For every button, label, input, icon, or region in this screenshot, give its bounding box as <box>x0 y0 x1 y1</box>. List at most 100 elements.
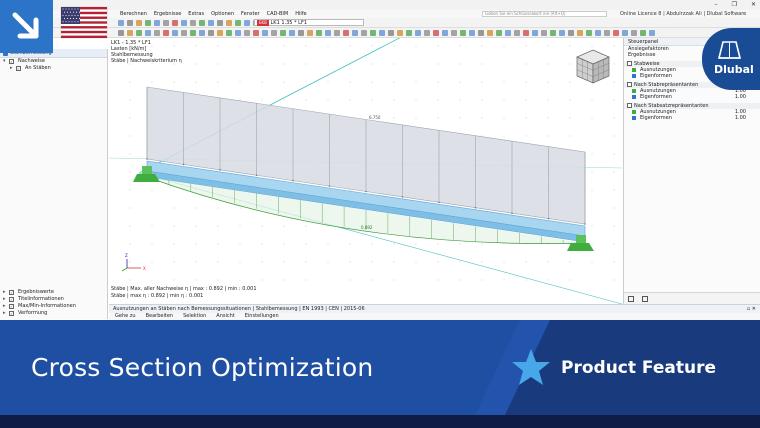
checkbox-checked-icon[interactable]: ✓ <box>9 297 14 302</box>
toolbar-button-icon[interactable] <box>433 30 439 36</box>
toolbar-button-icon[interactable] <box>577 30 583 36</box>
minimize-button[interactable]: – <box>715 0 718 10</box>
toolbar-button-icon[interactable] <box>271 30 277 36</box>
toolbar-button-icon[interactable] <box>154 30 160 36</box>
toolbar-button-icon[interactable] <box>280 30 286 36</box>
toolbar-button-icon[interactable] <box>460 30 466 36</box>
toolbar-button-icon[interactable] <box>514 30 520 36</box>
toolbar-button-icon[interactable] <box>613 30 619 36</box>
checkbox-checked-icon[interactable]: ✓ <box>9 290 14 295</box>
toolbar-button-icon[interactable] <box>568 30 574 36</box>
toolbar-button-icon[interactable] <box>226 30 232 36</box>
menu-optionen[interactable]: Optionen <box>211 10 234 18</box>
display-item-verformung[interactable]: ▸ ✓ Verformung <box>0 310 108 317</box>
toolbar-button-icon[interactable] <box>550 30 556 36</box>
toolbar-button-icon[interactable] <box>199 20 205 26</box>
toolbar-button-icon[interactable] <box>181 20 187 26</box>
toolbar-button-icon[interactable] <box>217 20 223 26</box>
table-menu-settings[interactable]: Einstellungen <box>245 313 279 320</box>
toolbar-button-icon[interactable] <box>388 30 394 36</box>
toolbar-button-icon[interactable] <box>163 20 169 26</box>
checkbox-checked-icon[interactable]: ✓ <box>9 311 14 316</box>
toolbar-button-icon[interactable] <box>127 20 133 26</box>
checkbox-checked-icon[interactable]: ✓ <box>9 304 14 309</box>
toolbar-button-icon[interactable] <box>379 30 385 36</box>
menu-cad-bim[interactable]: CAD-BIM <box>267 10 289 18</box>
panel-row[interactable]: Eigenformen 1.00 <box>624 94 760 100</box>
expand-icon[interactable]: ▸ <box>3 310 6 317</box>
table-menu-view[interactable]: Ansicht <box>216 313 234 320</box>
collapse-icon[interactable]: ▾ <box>3 58 6 65</box>
toolbar-button-icon[interactable] <box>325 30 331 36</box>
table-window-controls[interactable]: ▫ ✕ <box>747 305 756 313</box>
toolbar-button-icon[interactable] <box>253 30 259 36</box>
toolbar-button-icon[interactable] <box>595 30 601 36</box>
toolbar-button-icon[interactable] <box>496 30 502 36</box>
toolbar-button-icon[interactable] <box>586 30 592 36</box>
search-input[interactable]: Geben Sie ein Schlüsselwort ein (Alt+Q) <box>482 11 607 17</box>
toolbar-button-icon[interactable] <box>649 30 655 36</box>
toolbar-button-icon[interactable] <box>289 30 295 36</box>
menu-fenster[interactable]: Fenster <box>241 10 260 18</box>
toolbar-button-icon[interactable] <box>334 30 340 36</box>
toolbar-button-icon[interactable] <box>622 30 628 36</box>
toolbar-button-icon[interactable] <box>352 30 358 36</box>
menu-hilfe[interactable]: Hilfe <box>295 10 306 18</box>
toolbar-button-icon[interactable] <box>163 30 169 36</box>
toolbar-button-icon[interactable] <box>343 30 349 36</box>
toolbar-button-icon[interactable] <box>190 20 196 26</box>
toolbar-button-icon[interactable] <box>118 30 124 36</box>
expand-icon[interactable]: ▸ <box>3 303 6 310</box>
expand-icon[interactable]: ▸ <box>10 65 13 72</box>
load-case-selector[interactable]: EKB LK1 1.35 * LF1 <box>254 19 364 26</box>
toolbar-button-icon[interactable] <box>145 30 151 36</box>
toolbar-button-icon[interactable] <box>172 30 178 36</box>
toolbar-button-icon[interactable] <box>127 30 133 36</box>
checkbox-icon[interactable] <box>627 103 632 108</box>
panel-row[interactable]: Eigenformen 1.00 <box>624 115 760 121</box>
toolbar-button-icon[interactable] <box>631 30 637 36</box>
tree-item-an-staeben[interactable]: ▸ ✓ An Stäben <box>0 65 107 72</box>
toolbar-button-icon[interactable] <box>235 30 241 36</box>
toolbar-button-icon[interactable] <box>415 30 421 36</box>
table-menu-selection[interactable]: Selektion <box>183 313 206 320</box>
toolbar-button-icon[interactable] <box>532 30 538 36</box>
toolbar-button-icon[interactable] <box>145 20 151 26</box>
toolbar-button-icon[interactable] <box>154 20 160 26</box>
toolbar-button-icon[interactable] <box>244 20 250 26</box>
toolbar-button-icon[interactable] <box>136 30 142 36</box>
toolbar-button-icon[interactable] <box>235 20 241 26</box>
toolbar-button-icon[interactable] <box>208 20 214 26</box>
checkbox-checked-icon[interactable]: ✓ <box>16 66 21 71</box>
toolbar-button-icon[interactable] <box>208 30 214 36</box>
model-viewport[interactable]: 6.750 0.892 X Z LK1 - 1.35 * LF1 Lasten … <box>109 38 622 304</box>
checkbox-icon[interactable] <box>627 82 632 87</box>
toolbar-button-icon[interactable] <box>541 30 547 36</box>
panel-settings-icon[interactable] <box>642 296 648 302</box>
toolbar-button-icon[interactable] <box>442 30 448 36</box>
restore-button[interactable]: ❐ <box>732 0 737 10</box>
toolbar-button-icon[interactable] <box>361 30 367 36</box>
toolbar-button-icon[interactable] <box>136 20 142 26</box>
checkbox-checked-icon[interactable]: ✓ <box>9 59 14 64</box>
toolbar-button-icon[interactable] <box>226 20 232 26</box>
table-menu-goto[interactable]: Gehe zu <box>115 313 136 320</box>
display-item-titelinformationen[interactable]: ▸ ✓ Titelinformationen <box>0 296 108 303</box>
toolbar-button-icon[interactable] <box>199 30 205 36</box>
toolbar-button-icon[interactable] <box>640 30 646 36</box>
toolbar-button-icon[interactable] <box>424 30 430 36</box>
toolbar-button-icon[interactable] <box>262 30 268 36</box>
panel-filter-icon[interactable] <box>628 296 634 302</box>
toolbar-button-icon[interactable] <box>478 30 484 36</box>
toolbar-button-icon[interactable] <box>298 30 304 36</box>
expand-icon[interactable]: ▸ <box>3 289 6 296</box>
toolbar-button-icon[interactable] <box>217 30 223 36</box>
menu-extras[interactable]: Extras <box>188 10 204 18</box>
toolbar-button-icon[interactable] <box>559 30 565 36</box>
tree-item-nachweise[interactable]: ▾ ✓ Nachweise <box>0 58 107 65</box>
toolbar-button-icon[interactable] <box>523 30 529 36</box>
toolbar-button-icon[interactable] <box>307 30 313 36</box>
toolbar-button-icon[interactable] <box>316 30 322 36</box>
toolbar-button-icon[interactable] <box>181 30 187 36</box>
table-menu-edit[interactable]: Bearbeiten <box>146 313 173 320</box>
